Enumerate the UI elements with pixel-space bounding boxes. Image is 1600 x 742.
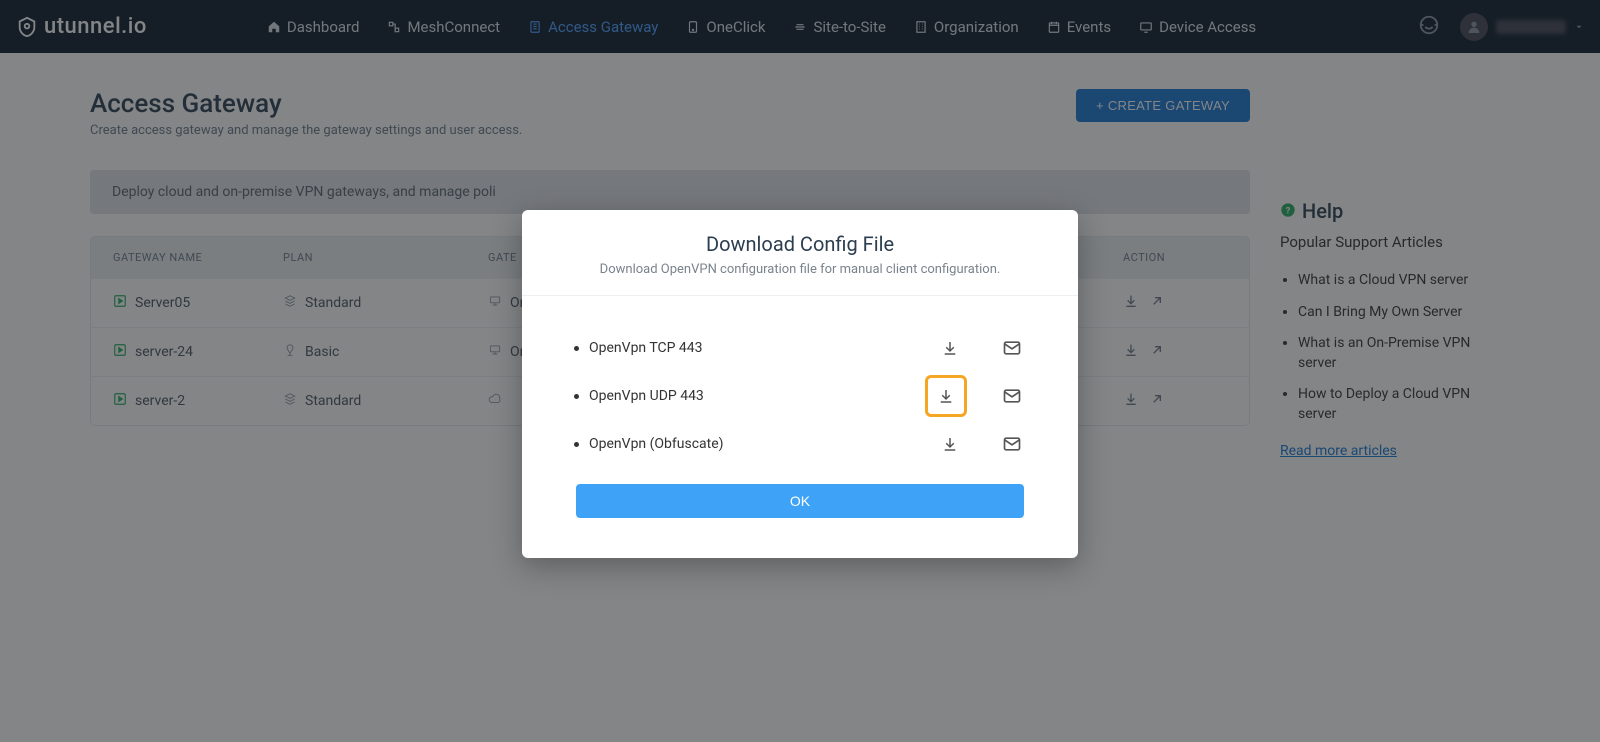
- modal-subtitle: Download OpenVPN configuration file for …: [542, 262, 1058, 277]
- config-row: OpenVpn UDP 443: [574, 370, 1026, 422]
- modal-title: Download Config File: [542, 232, 1058, 256]
- bullet-icon: [574, 394, 579, 399]
- email-config-button[interactable]: [998, 430, 1026, 458]
- download-config-button[interactable]: [936, 430, 964, 458]
- download-config-modal: Download Config File Download OpenVPN co…: [522, 210, 1078, 558]
- config-row: OpenVpn (Obfuscate): [574, 422, 1026, 466]
- config-row: OpenVpn TCP 443: [574, 326, 1026, 370]
- email-config-button[interactable]: [998, 382, 1026, 410]
- modal-overlay[interactable]: Download Config File Download OpenVPN co…: [0, 0, 1600, 742]
- email-config-button[interactable]: [998, 334, 1026, 362]
- bullet-icon: [574, 442, 579, 447]
- ok-button[interactable]: OK: [576, 484, 1024, 518]
- bullet-icon: [574, 346, 579, 351]
- download-config-button[interactable]: [928, 378, 964, 414]
- download-config-button[interactable]: [936, 334, 964, 362]
